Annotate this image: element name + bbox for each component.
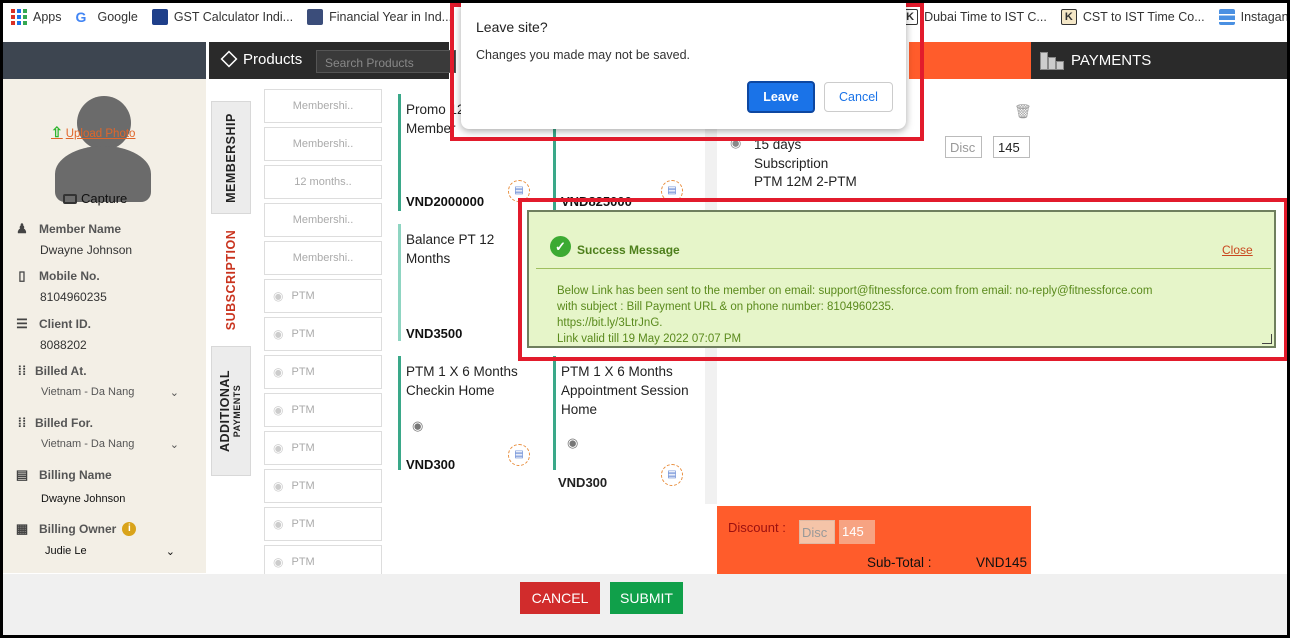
client-id-field: ☰ Client ID. 8088202 bbox=[16, 316, 92, 352]
info-icon[interactable]: i bbox=[122, 522, 137, 536]
list-item[interactable]: ◉ PTM bbox=[264, 469, 382, 503]
discount-input[interactable]: Disc bbox=[799, 520, 835, 544]
capture-button[interactable]: Capture bbox=[63, 191, 127, 206]
product-category-tabs: MEMBERSHIP SUBSCRIPTION ADDITIONAL PAYME… bbox=[209, 79, 253, 574]
dialog-cancel-button[interactable]: Cancel bbox=[824, 82, 893, 112]
products-header: Products Search Products bbox=[209, 42, 456, 79]
list-item[interactable]: ◉ PTM bbox=[264, 507, 382, 541]
chevron-down-icon: ⌄ bbox=[169, 387, 179, 399]
eye-icon[interactable]: ◉ bbox=[273, 403, 283, 417]
payments-header: PAYMENTS bbox=[1031, 42, 1287, 79]
chevron-down-icon: ⌄ bbox=[165, 546, 175, 558]
eye-icon[interactable]: ◉ bbox=[412, 418, 423, 434]
cart-header bbox=[909, 42, 1031, 79]
people-icon bbox=[307, 9, 324, 25]
success-message-panel: ✓ Success Message Close Below Link has b… bbox=[527, 210, 1276, 348]
eye-icon[interactable]: ◉ bbox=[273, 327, 283, 341]
member-panel-header bbox=[3, 42, 206, 79]
list-item[interactable]: Membershi.. bbox=[264, 203, 382, 237]
avatar bbox=[77, 96, 131, 150]
eye-icon[interactable]: ◉ bbox=[273, 517, 283, 531]
billed-for-field: ⁞⁞ Billed For. Vietnam - Da Nang ⌄ bbox=[15, 415, 179, 451]
eye-icon[interactable]: ◉ bbox=[273, 289, 283, 303]
line-discount-input[interactable]: Disc bbox=[945, 136, 982, 158]
billed-for-select[interactable]: Vietnam - Da Nang ⌄ bbox=[41, 438, 179, 451]
billing-icon: ▤ bbox=[15, 467, 29, 482]
search-products-input[interactable]: Search Products bbox=[316, 50, 456, 73]
browser-window: Apps G Google GST Calculator Indi... Fin… bbox=[3, 3, 1287, 635]
bookmark-cst-time[interactable]: K CST to IST Time Co... bbox=[1060, 9, 1205, 25]
list-item[interactable]: ◉ PTM bbox=[264, 279, 382, 313]
line-amount-input[interactable]: 145 bbox=[993, 136, 1030, 158]
camera-icon bbox=[63, 194, 77, 204]
upload-arrow-icon: ⇧ bbox=[51, 124, 63, 140]
receipt-icon[interactable]: ▤ bbox=[661, 464, 683, 486]
list-item[interactable]: ◉ PTM bbox=[264, 317, 382, 351]
chevron-down-icon: ⌄ bbox=[169, 439, 179, 451]
person-icon: ♟ bbox=[16, 221, 28, 236]
bookmark-google[interactable]: G Google bbox=[76, 9, 138, 25]
check-icon: ✓ bbox=[550, 236, 571, 257]
gst-icon bbox=[151, 9, 168, 25]
instagantt-icon bbox=[1218, 9, 1235, 25]
id-card-icon: ☰ bbox=[16, 316, 28, 331]
billing-owner-select[interactable]: Judie Le ⌄ bbox=[45, 545, 175, 558]
eye-icon[interactable]: ◉ bbox=[273, 555, 283, 569]
billing-name-field: ▤ Billing Name Dwayne Johnson bbox=[15, 467, 126, 505]
dialog-message: Changes you made may not be saved. bbox=[476, 48, 691, 62]
list-item[interactable]: Membershi.. bbox=[264, 89, 382, 123]
list-item[interactable]: Membershi.. bbox=[264, 241, 382, 275]
close-link[interactable]: Close bbox=[1222, 243, 1253, 257]
receipt-icon[interactable]: ▤ bbox=[508, 444, 530, 466]
list-item[interactable]: Membershi.. bbox=[264, 127, 382, 161]
upload-photo-link[interactable]: ⇧ Upload Photo bbox=[51, 124, 135, 141]
mobile-icon: ▯ bbox=[18, 268, 26, 283]
member-panel: ⇧ Upload Photo Capture ♟ Member Name Dwayn… bbox=[3, 42, 206, 573]
mobile-field: ▯ Mobile No. 8104960235 bbox=[15, 268, 106, 304]
bookmark-financial-year[interactable]: Financial Year in Ind... bbox=[307, 9, 452, 25]
apps-grid-icon bbox=[11, 9, 27, 25]
subtotal-value: VND145 bbox=[976, 555, 1028, 570]
resize-grip-icon[interactable] bbox=[1262, 334, 1272, 344]
billed-at-select[interactable]: Vietnam - Da Nang ⌄ bbox=[41, 386, 179, 399]
drag-dots-icon: ⁞⁞ bbox=[17, 363, 27, 378]
bookmark-apps[interactable]: Apps bbox=[11, 9, 62, 25]
trash-icon[interactable]: 🗑 bbox=[1014, 103, 1032, 120]
google-icon: G bbox=[75, 9, 87, 25]
tab-subscription[interactable]: SUBSCRIPTION bbox=[211, 216, 251, 344]
tab-additional-payments[interactable]: ADDITIONAL PAYMENTS bbox=[211, 346, 251, 476]
box-icon bbox=[220, 50, 238, 68]
bookmark-instagantt[interactable]: Instagantt bbox=[1218, 9, 1287, 25]
submit-button[interactable]: SUBMIT bbox=[610, 582, 683, 614]
list-item[interactable]: ◉ PTM bbox=[264, 355, 382, 389]
list-item[interactable]: ◉ PTM bbox=[264, 393, 382, 427]
bookmark-gst[interactable]: GST Calculator Indi... bbox=[151, 9, 293, 25]
eye-icon[interactable]: ◉ bbox=[273, 365, 283, 379]
product-card[interactable]: Balance PT 12 Months VND3500 bbox=[398, 224, 538, 341]
calendar-icon: ▦ bbox=[15, 521, 29, 536]
product-card[interactable]: PTM 1 X 6 Months Appointment Session Hom… bbox=[553, 356, 691, 470]
billed-at-field: ⁞⁞ Billed At. Vietnam - Da Nang ⌄ bbox=[15, 363, 179, 399]
eye-icon[interactable]: ◉ bbox=[567, 435, 578, 451]
billing-owner-field: ▦ Billing Owner i Judie Le ⌄ bbox=[15, 521, 175, 558]
cart-summary: Discount : Disc 145 Sub-Total : VND145 bbox=[717, 506, 1031, 574]
product-list: Membershi.. Membershi.. 12 months.. Memb… bbox=[264, 89, 382, 583]
leave-site-dialog: Leave site? Changes you made may not be … bbox=[461, 3, 906, 129]
cancel-button[interactable]: CANCEL bbox=[520, 582, 600, 614]
discount-value: 145 bbox=[839, 520, 875, 544]
success-message-text: Below Link has been sent to the member o… bbox=[557, 285, 1153, 345]
eye-icon[interactable]: ◉ bbox=[273, 479, 283, 493]
dialog-title: Leave site? bbox=[476, 19, 548, 35]
eye-icon[interactable]: ◉ bbox=[273, 441, 283, 455]
coins-icon bbox=[1040, 52, 1064, 70]
list-item[interactable]: 12 months.. bbox=[264, 165, 382, 199]
list-item[interactable]: ◉ PTM bbox=[264, 431, 382, 465]
leave-button[interactable]: Leave bbox=[747, 81, 815, 113]
member-name-field: ♟ Member Name Dwayne Johnson bbox=[16, 221, 133, 257]
drag-dots-icon: ⁞⁞ bbox=[17, 415, 27, 430]
tab-membership[interactable]: MEMBERSHIP bbox=[211, 101, 251, 214]
k-icon: K bbox=[1060, 9, 1077, 25]
